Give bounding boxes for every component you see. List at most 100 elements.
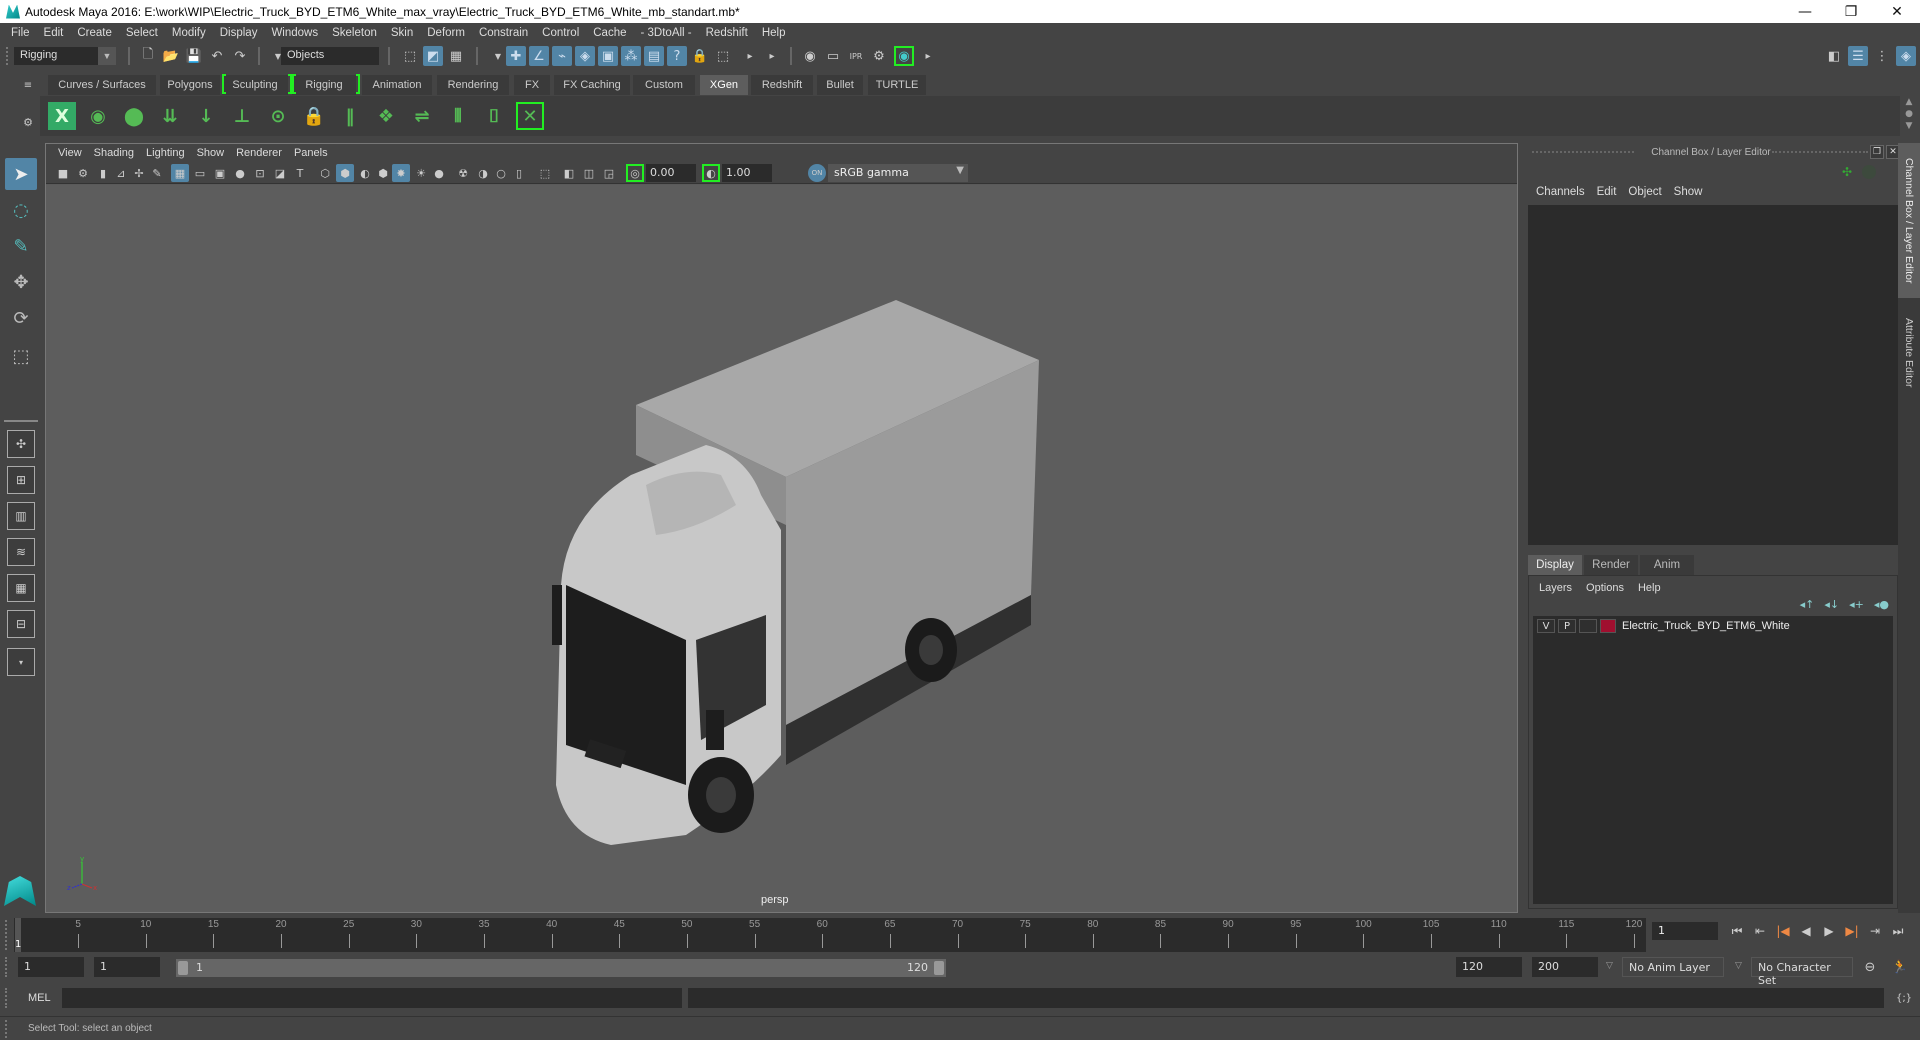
step-back-frame-button[interactable]: ⇤ — [1751, 921, 1769, 941]
color-management-toggle-icon[interactable]: ON — [808, 164, 826, 182]
persp-graph-outliner-layout-icon[interactable]: ⊟ — [7, 610, 35, 638]
shelf-place-guide-icon[interactable]: ↓ — [192, 102, 220, 130]
channel-box-area[interactable] — [1528, 205, 1898, 545]
shelf-select-guides-icon[interactable]: ⦀ — [444, 102, 472, 130]
viewport-panel[interactable]: View Shading Lighting Show Renderer Panels ■ … — [45, 143, 1518, 913]
anim-layer-dropdown-arrow-icon[interactable]: ▽ — [1606, 961, 1613, 971]
gamma-field[interactable]: 1.00 — [722, 164, 772, 182]
safe-action-icon[interactable]: ◪ — [271, 164, 289, 182]
use-all-lights-icon[interactable]: ✸ — [392, 164, 410, 182]
truck-model[interactable] — [46, 185, 1519, 914]
shelf-xgen-editor-icon[interactable]: X — [48, 102, 76, 130]
viewport-menu-panels[interactable]: Panels — [290, 147, 336, 159]
shelf-tab-curves-surfaces[interactable]: Curves / Surfaces — [48, 75, 156, 95]
sync-icon[interactable] — [1862, 165, 1876, 179]
layer-visibility-toggle[interactable]: V — [1537, 619, 1555, 633]
shelf-guide-to-curves-icon[interactable]: ‖ — [336, 102, 364, 130]
depth-of-field-icon[interactable]: ▯ — [510, 164, 528, 182]
channel-box-menu-object[interactable]: Object — [1624, 186, 1669, 198]
shelf-scroll[interactable]: ▲ ● ▼ — [1900, 96, 1918, 136]
layer-tab-render[interactable]: Render — [1584, 555, 1638, 575]
shelf-tab-fx-caching[interactable]: FX Caching — [554, 75, 630, 95]
render-current-frame-icon[interactable]: ◉ — [800, 46, 820, 66]
drag-handle[interactable] — [5, 957, 8, 977]
current-time-indicator[interactable]: 1 — [15, 918, 21, 952]
expand-arrow-icon[interactable]: ▸ — [762, 46, 782, 66]
menu-deform[interactable]: Deform — [420, 27, 472, 39]
motion-blur-icon[interactable]: ◑ — [474, 164, 492, 182]
layer-menu-layers[interactable]: Layers — [1533, 582, 1580, 594]
save-scene-icon[interactable]: 💾 — [184, 46, 204, 66]
command-language-toggle[interactable]: MEL — [28, 992, 51, 1004]
shelf-flip-guide-icon[interactable]: ⇌ — [408, 102, 436, 130]
shelf-xgen-primitives-icon[interactable]: ❖ — [372, 102, 400, 130]
play-forwards-button[interactable]: ▶ — [1820, 921, 1838, 941]
two-d-pan-zoom-icon[interactable]: ✢ — [130, 164, 148, 182]
lock-icon[interactable]: 🔒 — [690, 46, 710, 66]
shelf-sculpt-guide-icon[interactable]: ⊙ — [264, 102, 292, 130]
attribute-editor-toggle-icon[interactable]: ☰ — [1848, 46, 1868, 66]
drag-handle[interactable] — [5, 920, 8, 950]
menu-file[interactable]: File — [4, 27, 37, 39]
bookmark-icon[interactable]: ▮ — [94, 164, 112, 182]
single-perspective-layout-icon[interactable]: ✣ — [7, 430, 35, 458]
expand-arrow-icon[interactable]: ▸ — [918, 46, 938, 66]
select-tool-lasso-icon[interactable]: ⬚ — [713, 46, 733, 66]
shadows-icon[interactable]: ☀ — [412, 164, 430, 182]
shelf-tab-rigging[interactable]: Rigging — [292, 75, 356, 95]
animation-start-field[interactable]: 1 — [18, 957, 84, 977]
create-layer-from-selected-icon[interactable]: ◂● — [1874, 598, 1889, 611]
menu-constrain[interactable]: Constrain — [472, 27, 535, 39]
layer-playback-toggle[interactable]: P — [1558, 619, 1576, 633]
exposure-field[interactable]: 0.00 — [646, 164, 696, 182]
redo-icon[interactable]: ↷ — [230, 46, 250, 66]
menu-create[interactable]: Create — [70, 27, 119, 39]
move-layer-up-icon[interactable]: ◂↑ — [1800, 598, 1815, 611]
xray-joints-icon[interactable]: ◧ — [560, 164, 578, 182]
snap-vertex-icon[interactable]: ⁂ — [621, 46, 641, 66]
shelf-add-guide-icon[interactable]: ⊥ — [228, 102, 256, 130]
range-slider[interactable]: 1 120 — [176, 959, 946, 977]
character-set-dropdown[interactable]: No Character Set — [1751, 957, 1853, 987]
shelf-toggle-preview-icon[interactable]: ◉ — [84, 102, 112, 130]
viewport-menu-renderer[interactable]: Renderer — [232, 147, 290, 159]
layer-display-type-toggle[interactable] — [1579, 619, 1597, 633]
channel-box-menu-edit[interactable]: Edit — [1593, 186, 1625, 198]
shelf-tab-bullet[interactable]: Bullet — [817, 75, 863, 95]
move-tool-icon[interactable]: ✥ — [5, 266, 37, 298]
snap-grid-icon[interactable]: ✚ — [506, 46, 526, 66]
grid-icon[interactable]: ▦ — [171, 164, 189, 182]
render-sequence-icon[interactable]: ▭ — [823, 46, 843, 66]
image-plane-icon[interactable]: ⊿ — [112, 164, 130, 182]
shelf-guide-tool-icon[interactable]: ⌷ — [480, 102, 508, 130]
step-back-key-button[interactable]: |◀ — [1774, 921, 1792, 941]
drag-handle[interactable] — [5, 1020, 8, 1038]
selection-mask-field[interactable]: Objects — [281, 47, 379, 65]
range-end-handle[interactable] — [934, 961, 944, 975]
film-gate-icon[interactable]: ▭ — [191, 164, 209, 182]
menu-skeleton[interactable]: Skeleton — [325, 27, 384, 39]
hypershade-layout-icon[interactable]: ▦ — [7, 574, 35, 602]
viewport-menu-show[interactable]: Show — [193, 147, 233, 159]
drag-handle[interactable] — [5, 988, 8, 1008]
paint-select-tool-icon[interactable]: ✎ — [5, 230, 37, 262]
camera-settings-icon[interactable]: ◲ — [600, 164, 618, 182]
layer-menu-help[interactable]: Help — [1632, 582, 1669, 594]
tool-settings-toggle-icon[interactable]: ⋮ — [1872, 46, 1892, 66]
four-view-layout-icon[interactable]: ⊞ — [7, 466, 35, 494]
viewport-menu-shading[interactable]: Shading — [90, 147, 142, 159]
menu-cache[interactable]: Cache — [586, 27, 633, 39]
exposure-icon[interactable]: ◎ — [626, 164, 644, 182]
snap-point-icon[interactable]: ⌁ — [552, 46, 572, 66]
new-scene-icon[interactable]: 🗋 — [138, 46, 158, 66]
help-icon[interactable]: ? — [667, 46, 687, 66]
shaded-wireframe-icon[interactable]: ◐ — [356, 164, 374, 182]
render-settings-icon[interactable]: ⚙ — [869, 46, 889, 66]
shelf-add-guides-icon[interactable]: ⇊ — [156, 102, 184, 130]
manipulator-icon[interactable]: ✣ — [1842, 165, 1852, 179]
layer-color-swatch[interactable] — [1600, 619, 1616, 633]
lasso-tool-icon[interactable]: ◌ — [5, 194, 37, 226]
layer-menu-options[interactable]: Options — [1580, 582, 1632, 594]
shelf-menu-icon[interactable]: ≡ — [18, 75, 38, 95]
go-to-end-button[interactable]: ⏭ — [1889, 921, 1907, 941]
